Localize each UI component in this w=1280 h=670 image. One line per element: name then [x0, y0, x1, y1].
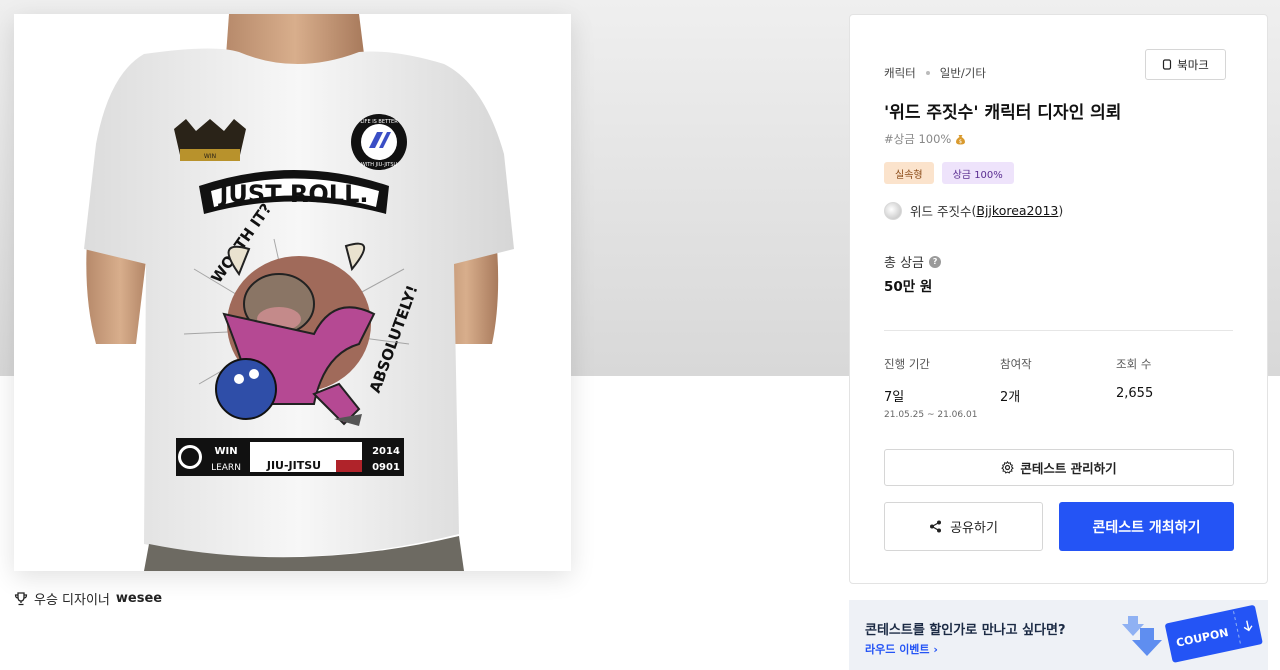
promo-question: 콘테스트를 할인가로 만나고 싶다면?	[865, 623, 1066, 638]
print-learn: LEARN	[211, 463, 241, 473]
period-range: 21.05.25 ~ 21.06.01	[884, 410, 978, 420]
contest-title: '위드 주짓수' 캐릭터 디자인 의뢰	[884, 103, 1122, 123]
badge-prize: 상금 100%	[941, 162, 1014, 184]
manage-contest-button[interactable]: 콘테스트 관리하기	[884, 449, 1234, 486]
winner-name[interactable]: wesee	[116, 591, 162, 606]
badge-list: 실속형 상금 100%	[884, 162, 1014, 184]
chevron-right-icon: ›	[933, 643, 938, 656]
print-just-roll: JUST ROLL.	[217, 180, 368, 208]
contest-info-card: 캐릭터 일반/기타 북마크 '위드 주짓수' 캐릭터 디자인 의뢰 #상금 10…	[849, 14, 1268, 584]
svg-text:WIN: WIN	[204, 153, 216, 160]
host-info[interactable]: 위드 주짓수 (Bjjkorea2013)	[884, 201, 1063, 220]
share-button[interactable]: 공유하기	[884, 502, 1043, 551]
seal-top-text: LIFE IS BETTER	[360, 119, 398, 125]
bookmark-button[interactable]: 북마크	[1145, 49, 1226, 80]
badge-value-type: 실속형	[884, 162, 934, 184]
coupon-illustration: COUPON	[1122, 605, 1263, 663]
divider	[884, 330, 1233, 331]
print-date: 0901	[372, 462, 400, 473]
stat-views: 조회 수 2,655	[1116, 356, 1153, 401]
bookmark-icon	[1163, 59, 1172, 70]
host-avatar	[884, 201, 902, 220]
period-label: 진행 기간	[884, 357, 930, 371]
category-link[interactable]: 캐릭터	[884, 65, 916, 81]
winner-label: 우승 디자이너	[34, 593, 110, 608]
host-id[interactable]: Bjjkorea2013	[976, 203, 1058, 218]
bookmark-label: 북마크	[1177, 57, 1209, 72]
host-name: 위드 주짓수	[910, 204, 972, 219]
period-value: 7일	[884, 390, 905, 405]
money-bag-icon: $	[956, 134, 966, 145]
tagline-text: #상금 100%	[884, 132, 952, 146]
promo-banner[interactable]: 콘테스트를 할인가로 만나고 싶다면? 라우드 이벤트 › COUPON	[849, 600, 1268, 670]
promo-link-label: 라우드 이벤트	[865, 643, 930, 656]
prize-label-text: 총 상금	[884, 256, 925, 271]
host-id-wrap: (Bjjkorea2013)	[971, 203, 1064, 218]
subcategory-link[interactable]: 일반/기타	[940, 65, 986, 81]
contest-tagline: #상금 100% $	[884, 131, 966, 147]
views-label: 조회 수	[1116, 357, 1152, 371]
views-value: 2,655	[1116, 386, 1154, 401]
prize-value: 50만 원	[884, 279, 933, 295]
trophy-icon	[14, 591, 28, 605]
seal-bottom-text: WITH JIU-JITSU	[361, 162, 398, 168]
entries-label: 참여작	[1000, 357, 1032, 371]
svg-text:$: $	[959, 139, 962, 145]
stat-entries: 참여작 2개	[1000, 356, 1032, 405]
winner-info: 우승 디자이너 wesee	[14, 589, 162, 608]
prize-label: 총 상금 ?	[884, 252, 942, 271]
share-icon	[930, 520, 942, 533]
stat-period: 진행 기간 7일 21.05.25 ~ 21.06.01	[884, 356, 977, 420]
breadcrumb-separator	[925, 71, 930, 75]
share-label: 공유하기	[950, 521, 998, 536]
promo-link[interactable]: 라우드 이벤트 ›	[865, 641, 938, 657]
help-icon[interactable]: ?	[929, 255, 942, 268]
product-image[interactable]: WIN LIFE IS BETTER WITH JIU-JITSU JUST R…	[14, 14, 571, 571]
host-contest-button[interactable]: 콘테스트 개최하기	[1059, 502, 1234, 551]
gear-icon	[1001, 461, 1015, 474]
crown-logo: WIN	[174, 119, 246, 161]
breadcrumb: 캐릭터 일반/기타	[884, 65, 986, 81]
manage-label: 콘테스트 관리하기	[1020, 461, 1117, 476]
print-win: WIN	[214, 446, 237, 457]
print-brand: JIU-JITSU	[266, 459, 321, 472]
entries-value: 2개	[1000, 390, 1021, 405]
print-year: 2014	[372, 446, 400, 457]
